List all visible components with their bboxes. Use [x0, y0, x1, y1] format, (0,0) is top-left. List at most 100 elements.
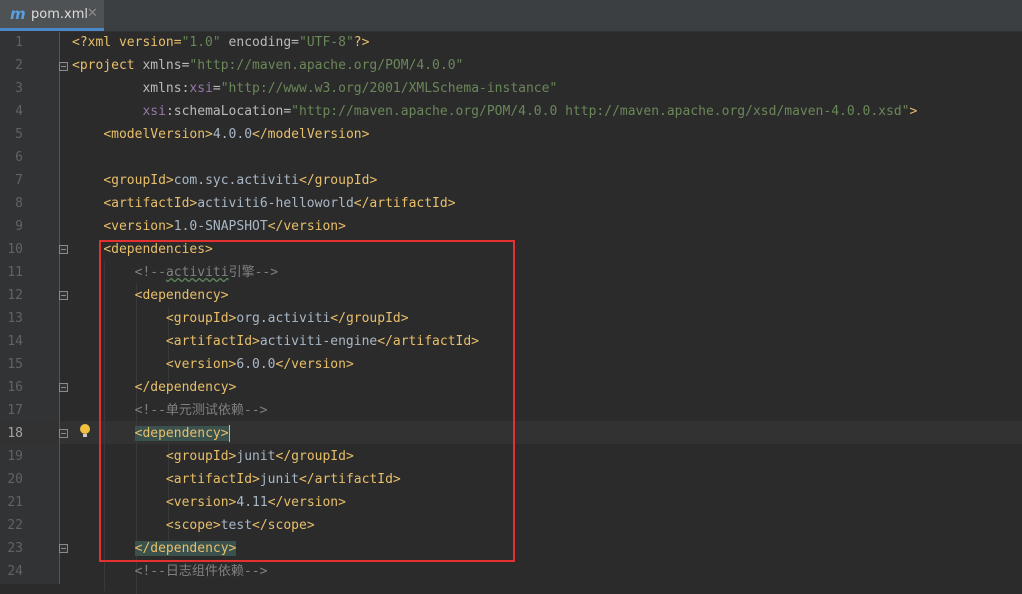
line-number: 7	[15, 173, 23, 188]
attr-value: "http://www.w3.org/2001/XMLSchema-instan…	[220, 81, 558, 96]
tag: </groupId>	[330, 311, 409, 326]
code-line-14: <artifactId>activiti-engine</artifactId>	[72, 330, 479, 353]
text: 6.0.0	[236, 357, 276, 372]
fold-icon[interactable]	[59, 383, 68, 392]
tag: </scope>	[252, 518, 315, 533]
code-line-11: <!--activiti引擎-->	[72, 261, 278, 284]
fold-icon[interactable]	[59, 544, 68, 553]
code-line-20: <artifactId>junit</artifactId>	[72, 468, 401, 491]
line-number: 15	[7, 357, 23, 372]
line-number: 17	[7, 403, 23, 418]
code-line-18: <dependency>	[72, 422, 230, 445]
tag: <artifactId>	[103, 196, 198, 211]
line-number: 9	[15, 219, 23, 234]
maven-file-icon: m	[10, 5, 26, 23]
attr-name: xmlns:	[142, 81, 190, 96]
code-line-23: </dependency>	[72, 537, 237, 560]
line-number: 1	[15, 35, 23, 50]
tab-label: pom.xml	[31, 7, 88, 22]
text: junit	[236, 449, 276, 464]
tag: </version>	[275, 357, 354, 372]
tab-pom-xml[interactable]: m pom.xml ✕	[0, 0, 104, 31]
line-number: 8	[15, 196, 23, 211]
tag: </groupId>	[275, 449, 354, 464]
code-line-8: <artifactId>activiti6-helloworld</artifa…	[72, 192, 456, 215]
fold-icon[interactable]	[59, 245, 68, 254]
code-line-10: <dependencies>	[72, 238, 213, 261]
tag-matched: </dependency>	[134, 541, 237, 556]
tag: <version>	[165, 357, 237, 372]
attr-value: "http://maven.apache.org/POM/4.0.0 http:…	[291, 104, 910, 119]
fold-icon[interactable]	[59, 429, 68, 438]
code-line-7: <groupId>com.syc.activiti</groupId>	[72, 169, 377, 192]
text: activiti-engine	[259, 334, 378, 349]
tag: <artifactId>	[165, 472, 260, 487]
tag: ?>	[353, 35, 370, 50]
tag: >	[909, 104, 918, 119]
line-number: 22	[7, 518, 23, 533]
attr-name: =	[212, 81, 221, 96]
tag: </artifactId>	[298, 472, 401, 487]
code-line-17: <!--单元测试依赖-->	[72, 399, 268, 422]
line-number: 11	[7, 265, 23, 280]
line-number: 14	[7, 334, 23, 349]
fold-icon[interactable]	[59, 291, 68, 300]
comment: activiti	[165, 265, 229, 280]
tag: <version>	[165, 495, 237, 510]
line-number: 20	[7, 472, 23, 487]
fold-icon[interactable]	[59, 62, 68, 71]
text: org.activiti	[236, 311, 331, 326]
tag: <dependency>	[134, 288, 229, 303]
namespace: xsi	[142, 104, 166, 119]
attr-value: "http://maven.apache.org/POM/4.0.0"	[189, 58, 464, 73]
attr-value: "1.0"	[181, 35, 221, 50]
tag: <version>	[103, 219, 174, 234]
text: junit	[259, 472, 299, 487]
line-number: 23	[7, 541, 23, 556]
text: 4.11	[236, 495, 268, 510]
tag: <dependencies>	[103, 242, 213, 257]
comment: <!--日志组件依赖-->	[134, 564, 268, 579]
code-line-1: <?xml version="1.0" encoding="UTF-8"?>	[72, 31, 369, 54]
text: activiti6-helloworld	[197, 196, 354, 211]
attr-name: encoding=	[220, 35, 299, 50]
code-line-19: <groupId>junit</groupId>	[72, 445, 354, 468]
namespace: xsi	[189, 81, 213, 96]
tag: </modelVersion>	[252, 127, 370, 142]
code-line-22: <scope>test</scope>	[72, 514, 315, 537]
editor-tab-bar: m pom.xml ✕	[0, 0, 1022, 32]
line-number-current: 18	[7, 426, 23, 441]
close-icon[interactable]: ✕	[87, 6, 98, 21]
text-caret	[228, 425, 230, 442]
tag: <project	[72, 58, 143, 73]
tag: </artifactId>	[353, 196, 456, 211]
comment: <!--单元测试依赖-->	[134, 403, 268, 418]
text: 1.0-SNAPSHOT	[173, 219, 268, 234]
tag: </artifactId>	[377, 334, 479, 349]
code-line-4: xsi:schemaLocation="http://maven.apache.…	[72, 100, 917, 123]
code-line-5: <modelVersion>4.0.0</modelVersion>	[72, 123, 369, 146]
line-number: 4	[15, 104, 23, 119]
text: test	[220, 518, 253, 533]
line-number: 21	[7, 495, 23, 510]
tag: <groupId>	[165, 449, 237, 464]
code-line-9: <version>1.0-SNAPSHOT</version>	[72, 215, 346, 238]
code-line-21: <version>4.11</version>	[72, 491, 346, 514]
line-number: 5	[15, 127, 23, 142]
line-number: 16	[7, 380, 23, 395]
line-number: 12	[7, 288, 23, 303]
attr-name: :schemaLocation=	[165, 104, 292, 119]
tag: <groupId>	[103, 173, 174, 188]
line-number: 19	[7, 449, 23, 464]
text: com.syc.activiti	[173, 173, 299, 188]
xml-declaration: <?xml version=	[72, 35, 182, 50]
code-line-2: <project xmlns="http://maven.apache.org/…	[72, 54, 463, 77]
comment: 引擎-->	[228, 265, 279, 280]
code-line-24: <!--日志组件依赖-->	[72, 560, 268, 583]
line-number: 6	[15, 150, 23, 165]
code-line-3: xmlns:xsi="http://www.w3.org/2001/XMLSch…	[72, 77, 557, 100]
tag: </version>	[267, 495, 346, 510]
tag: </groupId>	[299, 173, 378, 188]
tag-matched: <dependency>	[134, 426, 229, 441]
comment: <!--	[134, 265, 166, 280]
